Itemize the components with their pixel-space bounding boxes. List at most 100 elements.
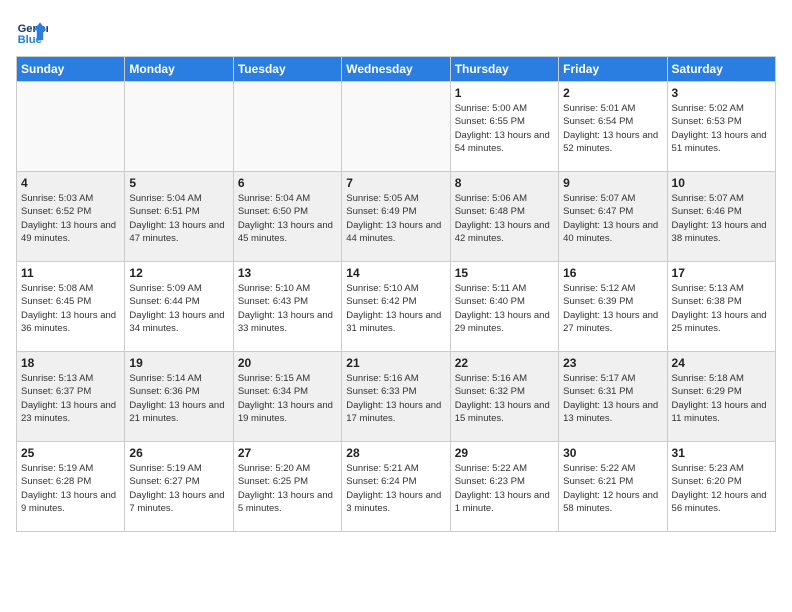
day-info: Sunrise: 5:08 AM Sunset: 6:45 PM Dayligh… bbox=[21, 282, 120, 335]
calendar-cell: 21Sunrise: 5:16 AM Sunset: 6:33 PM Dayli… bbox=[342, 352, 450, 442]
day-info: Sunrise: 5:05 AM Sunset: 6:49 PM Dayligh… bbox=[346, 192, 445, 245]
day-info: Sunrise: 5:16 AM Sunset: 6:32 PM Dayligh… bbox=[455, 372, 554, 425]
weekday-header-friday: Friday bbox=[559, 57, 667, 82]
day-number: 6 bbox=[238, 176, 337, 190]
day-number: 5 bbox=[129, 176, 228, 190]
day-number: 9 bbox=[563, 176, 662, 190]
calendar-cell: 3 Sunrise: 5:02 AM Sunset: 6:53 PM Daylig… bbox=[667, 82, 775, 172]
day-number: 11 bbox=[21, 266, 120, 280]
day-number: 4 bbox=[21, 176, 120, 190]
day-number: 29 bbox=[455, 446, 554, 460]
day-number: 17 bbox=[672, 266, 771, 280]
day-info: Sunrise: 5:04 AM Sunset: 6:50 PM Dayligh… bbox=[238, 192, 337, 245]
calendar-cell bbox=[17, 82, 125, 172]
day-number: 22 bbox=[455, 356, 554, 370]
day-number: 27 bbox=[238, 446, 337, 460]
calendar-cell: 5 Sunrise: 5:04 AM Sunset: 6:51 PM Daylig… bbox=[125, 172, 233, 262]
day-info: Sunrise: 5:17 AM Sunset: 6:31 PM Dayligh… bbox=[563, 372, 662, 425]
calendar-cell: 19Sunrise: 5:14 AM Sunset: 6:36 PM Dayli… bbox=[125, 352, 233, 442]
calendar-cell: 18Sunrise: 5:13 AM Sunset: 6:37 PM Dayli… bbox=[17, 352, 125, 442]
day-number: 13 bbox=[238, 266, 337, 280]
day-number: 3 bbox=[672, 86, 771, 100]
day-number: 25 bbox=[21, 446, 120, 460]
calendar-cell: 25 Sunrise: 5:19 AM Sunset: 6:28 PM Dayli… bbox=[17, 442, 125, 532]
calendar-cell: 15 Sunrise: 5:11 AM Sunset: 6:40 PM Dayli… bbox=[450, 262, 558, 352]
day-info: Sunrise: 5:18 AM Sunset: 6:29 PM Dayligh… bbox=[672, 372, 771, 425]
calendar-cell: 13 Sunrise: 5:10 AM Sunset: 6:43 PM Dayli… bbox=[233, 262, 341, 352]
calendar-cell bbox=[233, 82, 341, 172]
weekday-header-wednesday: Wednesday bbox=[342, 57, 450, 82]
calendar-table: SundayMondayTuesdayWednesdayThursdayFrid… bbox=[16, 56, 776, 532]
calendar-cell: 9 Sunrise: 5:07 AM Sunset: 6:47 PM Daylig… bbox=[559, 172, 667, 262]
day-info: Sunrise: 5:19 AM Sunset: 6:27 PM Dayligh… bbox=[129, 462, 228, 515]
day-number: 15 bbox=[455, 266, 554, 280]
calendar-cell: 30Sunrise: 5:22 AM Sunset: 6:21 PM Dayli… bbox=[559, 442, 667, 532]
calendar-cell: 8 Sunrise: 5:06 AM Sunset: 6:48 PM Daylig… bbox=[450, 172, 558, 262]
day-info: Sunrise: 5:10 AM Sunset: 6:42 PM Dayligh… bbox=[346, 282, 445, 335]
day-number: 30 bbox=[563, 446, 662, 460]
weekday-header-tuesday: Tuesday bbox=[233, 57, 341, 82]
day-number: 26 bbox=[129, 446, 228, 460]
logo-icon: General Blue bbox=[16, 16, 48, 48]
calendar-cell: 12 Sunrise: 5:09 AM Sunset: 6:44 PM Dayli… bbox=[125, 262, 233, 352]
day-info: Sunrise: 5:03 AM Sunset: 6:52 PM Dayligh… bbox=[21, 192, 120, 245]
weekday-header-sunday: Sunday bbox=[17, 57, 125, 82]
day-info: Sunrise: 5:20 AM Sunset: 6:25 PM Dayligh… bbox=[238, 462, 337, 515]
day-number: 28 bbox=[346, 446, 445, 460]
day-number: 23 bbox=[563, 356, 662, 370]
calendar-cell: 28Sunrise: 5:21 AM Sunset: 6:24 PM Dayli… bbox=[342, 442, 450, 532]
day-info: Sunrise: 5:11 AM Sunset: 6:40 PM Dayligh… bbox=[455, 282, 554, 335]
calendar-cell: 7 Sunrise: 5:05 AM Sunset: 6:49 PM Daylig… bbox=[342, 172, 450, 262]
calendar-cell bbox=[125, 82, 233, 172]
day-info: Sunrise: 5:07 AM Sunset: 6:46 PM Dayligh… bbox=[672, 192, 771, 245]
day-number: 7 bbox=[346, 176, 445, 190]
day-info: Sunrise: 5:04 AM Sunset: 6:51 PM Dayligh… bbox=[129, 192, 228, 245]
calendar-cell: 31 Sunrise: 5:23 AM Sunset: 6:20 PM Dayli… bbox=[667, 442, 775, 532]
weekday-header-saturday: Saturday bbox=[667, 57, 775, 82]
calendar-cell: 27 Sunrise: 5:20 AM Sunset: 6:25 PM Dayli… bbox=[233, 442, 341, 532]
day-number: 21 bbox=[346, 356, 445, 370]
day-info: Sunrise: 5:06 AM Sunset: 6:48 PM Dayligh… bbox=[455, 192, 554, 245]
day-info: Sunrise: 5:19 AM Sunset: 6:28 PM Dayligh… bbox=[21, 462, 120, 515]
day-number: 12 bbox=[129, 266, 228, 280]
day-info: Sunrise: 5:00 AM Sunset: 6:55 PM Dayligh… bbox=[455, 102, 554, 155]
day-number: 2 bbox=[563, 86, 662, 100]
day-info: Sunrise: 5:13 AM Sunset: 6:38 PM Dayligh… bbox=[672, 282, 771, 335]
calendar-cell: 16 Sunrise: 5:12 AM Sunset: 6:39 PM Dayli… bbox=[559, 262, 667, 352]
logo: General Blue bbox=[16, 16, 52, 48]
calendar-cell: 24 Sunrise: 5:18 AM Sunset: 6:29 PM Dayli… bbox=[667, 352, 775, 442]
day-info: Sunrise: 5:14 AM Sunset: 6:36 PM Dayligh… bbox=[129, 372, 228, 425]
calendar-cell: 23 Sunrise: 5:17 AM Sunset: 6:31 PM Dayli… bbox=[559, 352, 667, 442]
calendar-cell bbox=[342, 82, 450, 172]
calendar-cell: 11 Sunrise: 5:08 AM Sunset: 6:45 PM Dayli… bbox=[17, 262, 125, 352]
calendar-cell: 2 Sunrise: 5:01 AM Sunset: 6:54 PM Daylig… bbox=[559, 82, 667, 172]
calendar-cell: 4 Sunrise: 5:03 AM Sunset: 6:52 PM Daylig… bbox=[17, 172, 125, 262]
day-info: Sunrise: 5:02 AM Sunset: 6:53 PM Dayligh… bbox=[672, 102, 771, 155]
calendar-cell: 29 Sunrise: 5:22 AM Sunset: 6:23 PM Dayli… bbox=[450, 442, 558, 532]
calendar-cell: 6 Sunrise: 5:04 AM Sunset: 6:50 PM Daylig… bbox=[233, 172, 341, 262]
page-header: General Blue bbox=[16, 16, 776, 48]
calendar-cell: 1 Sunrise: 5:00 AM Sunset: 6:55 PM Daylig… bbox=[450, 82, 558, 172]
day-number: 20 bbox=[238, 356, 337, 370]
day-number: 16 bbox=[563, 266, 662, 280]
day-info: Sunrise: 5:23 AM Sunset: 6:20 PM Dayligh… bbox=[672, 462, 771, 515]
weekday-header-monday: Monday bbox=[125, 57, 233, 82]
day-info: Sunrise: 5:22 AM Sunset: 6:23 PM Dayligh… bbox=[455, 462, 554, 515]
day-number: 14 bbox=[346, 266, 445, 280]
calendar-cell: 17 Sunrise: 5:13 AM Sunset: 6:38 PM Dayli… bbox=[667, 262, 775, 352]
calendar-cell: 26 Sunrise: 5:19 AM Sunset: 6:27 PM Dayli… bbox=[125, 442, 233, 532]
day-number: 18 bbox=[21, 356, 120, 370]
day-info: Sunrise: 5:07 AM Sunset: 6:47 PM Dayligh… bbox=[563, 192, 662, 245]
calendar-cell: 20Sunrise: 5:15 AM Sunset: 6:34 PM Dayli… bbox=[233, 352, 341, 442]
calendar-cell: 22 Sunrise: 5:16 AM Sunset: 6:32 PM Dayli… bbox=[450, 352, 558, 442]
day-info: Sunrise: 5:09 AM Sunset: 6:44 PM Dayligh… bbox=[129, 282, 228, 335]
calendar-cell: 10Sunrise: 5:07 AM Sunset: 6:46 PM Dayli… bbox=[667, 172, 775, 262]
calendar-cell: 14 Sunrise: 5:10 AM Sunset: 6:42 PM Dayli… bbox=[342, 262, 450, 352]
day-number: 24 bbox=[672, 356, 771, 370]
day-info: Sunrise: 5:01 AM Sunset: 6:54 PM Dayligh… bbox=[563, 102, 662, 155]
day-info: Sunrise: 5:10 AM Sunset: 6:43 PM Dayligh… bbox=[238, 282, 337, 335]
day-number: 31 bbox=[672, 446, 771, 460]
day-number: 8 bbox=[455, 176, 554, 190]
day-number: 1 bbox=[455, 86, 554, 100]
day-info: Sunrise: 5:12 AM Sunset: 6:39 PM Dayligh… bbox=[563, 282, 662, 335]
